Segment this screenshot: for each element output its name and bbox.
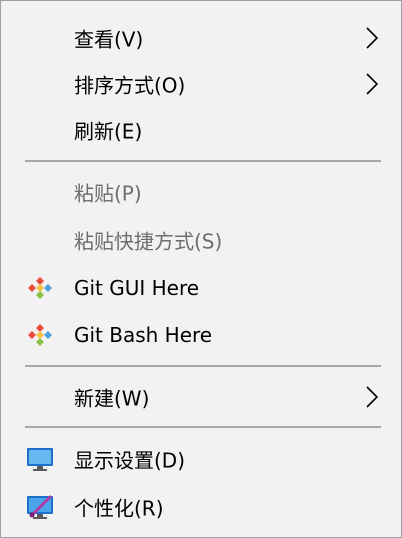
- chevron-right-icon: [366, 73, 378, 95]
- menu-item-label: Git Bash Here: [74, 323, 213, 347]
- menu-item-display-settings[interactable]: 显示设置(D): [2, 436, 400, 482]
- git-icon: [28, 277, 52, 299]
- menu-item-personalize[interactable]: 个性化(R): [2, 484, 400, 530]
- menu-item-refresh[interactable]: 刷新(E): [2, 107, 400, 153]
- menu-item-new[interactable]: 新建(W): [2, 374, 400, 420]
- menu-separator: [25, 426, 381, 428]
- menu-item-label: 个性化(R): [74, 496, 164, 521]
- display-settings-icon: [27, 448, 53, 471]
- menu-item-label: 排序方式(O): [74, 73, 186, 98]
- menu-item-label: 新建(W): [74, 386, 150, 411]
- menu-item-label: Git GUI Here: [74, 276, 200, 300]
- menu-item-label: 粘贴快捷方式(S): [74, 229, 223, 254]
- menu-separator: [25, 160, 381, 162]
- git-icon: [28, 324, 52, 346]
- menu-item-label: 显示设置(D): [74, 448, 186, 473]
- chevron-right-icon: [366, 386, 378, 408]
- menu-item-label: 刷新(E): [74, 119, 143, 144]
- context-menu: 查看(V) 排序方式(O) 刷新(E) 粘贴(P) 粘贴快捷方式(S) Git …: [0, 0, 402, 538]
- menu-item-paste-shortcut[interactable]: 粘贴快捷方式(S): [2, 217, 400, 263]
- menu-item-label: 查看(V): [74, 27, 144, 52]
- chevron-right-icon: [366, 27, 378, 49]
- menu-item-git-bash[interactable]: Git Bash Here: [2, 312, 400, 358]
- menu-item-sort-by[interactable]: 排序方式(O): [2, 61, 400, 107]
- menu-item-view[interactable]: 查看(V): [2, 15, 400, 61]
- personalize-icon: [27, 495, 53, 519]
- menu-item-paste[interactable]: 粘贴(P): [2, 169, 400, 215]
- menu-item-git-gui[interactable]: Git GUI Here: [2, 265, 400, 311]
- menu-item-label: 粘贴(P): [74, 181, 142, 206]
- menu-separator: [25, 365, 381, 367]
